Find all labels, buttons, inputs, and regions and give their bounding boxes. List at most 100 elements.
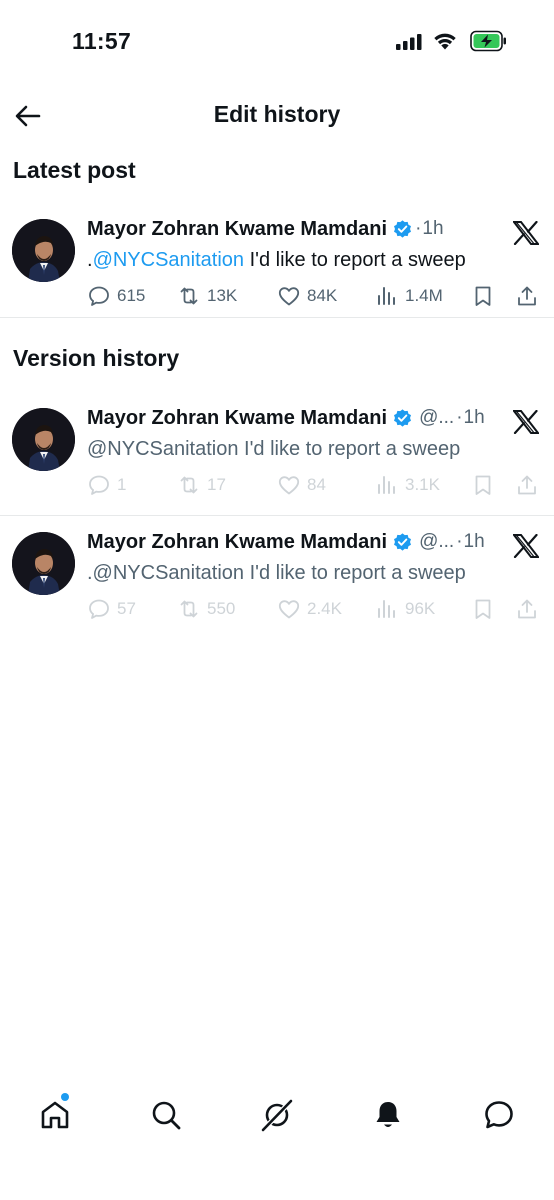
messages-icon[interactable] (482, 1098, 516, 1132)
post-text-rest: I'd like to report a sweep (244, 249, 466, 271)
latest-post-heading: Latest post (13, 157, 136, 183)
post-text: @NYCSanitation I'd like to report a swee… (87, 438, 461, 460)
verified-badge-icon (394, 219, 412, 238)
reply-button: 57 (87, 594, 136, 624)
share-icon (518, 599, 536, 619)
post-time[interactable]: 1h (464, 407, 485, 429)
wifi-icon (434, 33, 456, 50)
repost-count: 550 (207, 599, 236, 618)
like-count: 84K (307, 286, 338, 305)
reply-count: 57 (117, 599, 136, 618)
views-button: 3.1K (375, 470, 440, 500)
battery-charging-icon (470, 30, 506, 52)
divider (0, 515, 554, 516)
separator-dot: · (456, 531, 463, 552)
views-icon (378, 476, 395, 494)
heart-icon (278, 600, 300, 619)
verified-badge-icon (394, 532, 412, 551)
like-button[interactable]: 84K (277, 281, 337, 311)
reply-icon (89, 599, 109, 619)
repost-button: 17 (177, 470, 226, 500)
heart-icon (278, 287, 300, 306)
post-text: .@NYCSanitation I'd like to report a swe… (87, 249, 466, 272)
repost-icon (180, 600, 198, 618)
share-button (515, 470, 545, 500)
views-icon (378, 600, 395, 618)
bookmark-icon (475, 286, 491, 306)
share-icon (518, 286, 536, 306)
notifications-icon[interactable] (371, 1098, 405, 1132)
like-button: 84 (277, 470, 326, 500)
reply-button: 1 (87, 470, 126, 500)
author-name[interactable]: Mayor Zohran Kwame Mamdani (87, 407, 387, 430)
post-time[interactable]: 1h (464, 531, 485, 553)
repost-icon (180, 476, 198, 494)
action-bar: 57 550 2.4K 96K (87, 594, 543, 624)
bottom-nav (0, 1080, 554, 1154)
version-post[interactable]: Mayor Zohran Kwame Mamdani @... · 1h .@N… (0, 528, 554, 636)
divider (0, 317, 554, 318)
bookmark-button (471, 470, 501, 500)
header: Edit history (0, 90, 554, 140)
share-button (515, 594, 545, 624)
views-count: 3.1K (405, 475, 440, 494)
reply-icon (89, 286, 109, 306)
reply-count: 615 (117, 286, 146, 305)
heart-icon (278, 476, 300, 495)
status-bar: 11:57 (0, 0, 554, 80)
author-line: Mayor Zohran Kwame Mamdani @... · 1h (87, 528, 485, 556)
latest-post[interactable]: Mayor Zohran Kwame Mamdani · 1h .@NYCSan… (0, 215, 554, 323)
views-count: 1.4M (405, 286, 443, 305)
bookmark-button (471, 594, 501, 624)
author-handle[interactable]: @... (419, 407, 454, 429)
mention-link[interactable]: @NYCSanitation (93, 249, 244, 271)
repost-button[interactable]: 13K (177, 281, 237, 311)
author-name[interactable]: Mayor Zohran Kwame Mamdani (87, 218, 387, 241)
version-history-heading: Version history (13, 345, 180, 371)
separator-dot: · (415, 218, 422, 239)
home-notification-dot (61, 1093, 69, 1101)
x-logo-icon (513, 534, 539, 558)
views-button: 96K (375, 594, 435, 624)
repost-icon (180, 287, 198, 305)
post-time[interactable]: 1h (422, 218, 443, 240)
avatar[interactable] (12, 532, 75, 595)
like-count: 2.4K (307, 599, 342, 618)
home-icon[interactable] (38, 1098, 72, 1132)
repost-button: 550 (177, 594, 235, 624)
signal-icon (396, 34, 422, 50)
version-post[interactable]: Mayor Zohran Kwame Mamdani @... · 1h @NY… (0, 404, 554, 512)
like-count: 84 (307, 475, 326, 494)
bookmark-button[interactable] (471, 281, 501, 311)
reply-count: 1 (117, 475, 127, 494)
x-logo-icon (513, 221, 539, 245)
views-icon (378, 287, 395, 305)
status-time: 11:57 (72, 28, 132, 54)
reply-button[interactable]: 615 (87, 281, 145, 311)
views-count: 96K (405, 599, 436, 618)
share-button[interactable] (515, 281, 545, 311)
reply-icon (89, 475, 109, 495)
page-title: Edit history (213, 101, 341, 127)
x-logo-icon (513, 410, 539, 434)
action-bar: 615 13K 84K 1.4M (87, 281, 543, 311)
bookmark-icon (475, 475, 491, 495)
repost-count: 13K (207, 286, 238, 305)
author-line: Mayor Zohran Kwame Mamdani · 1h (87, 215, 444, 243)
separator-dot: · (456, 407, 463, 428)
author-name[interactable]: Mayor Zohran Kwame Mamdani (87, 531, 387, 554)
action-bar: 1 17 84 3.1K (87, 470, 543, 500)
like-button: 2.4K (277, 594, 342, 624)
author-handle[interactable]: @... (419, 531, 454, 553)
search-icon[interactable] (149, 1098, 183, 1132)
bookmark-icon (475, 599, 491, 619)
avatar[interactable] (12, 408, 75, 471)
views-button[interactable]: 1.4M (375, 281, 443, 311)
share-icon (518, 475, 536, 495)
author-line: Mayor Zohran Kwame Mamdani @... · 1h (87, 404, 485, 432)
verified-badge-icon (394, 408, 412, 427)
avatar[interactable] (12, 219, 75, 282)
grok-icon[interactable] (260, 1098, 294, 1132)
post-text: .@NYCSanitation I'd like to report a swe… (87, 562, 466, 584)
repost-count: 17 (207, 475, 226, 494)
